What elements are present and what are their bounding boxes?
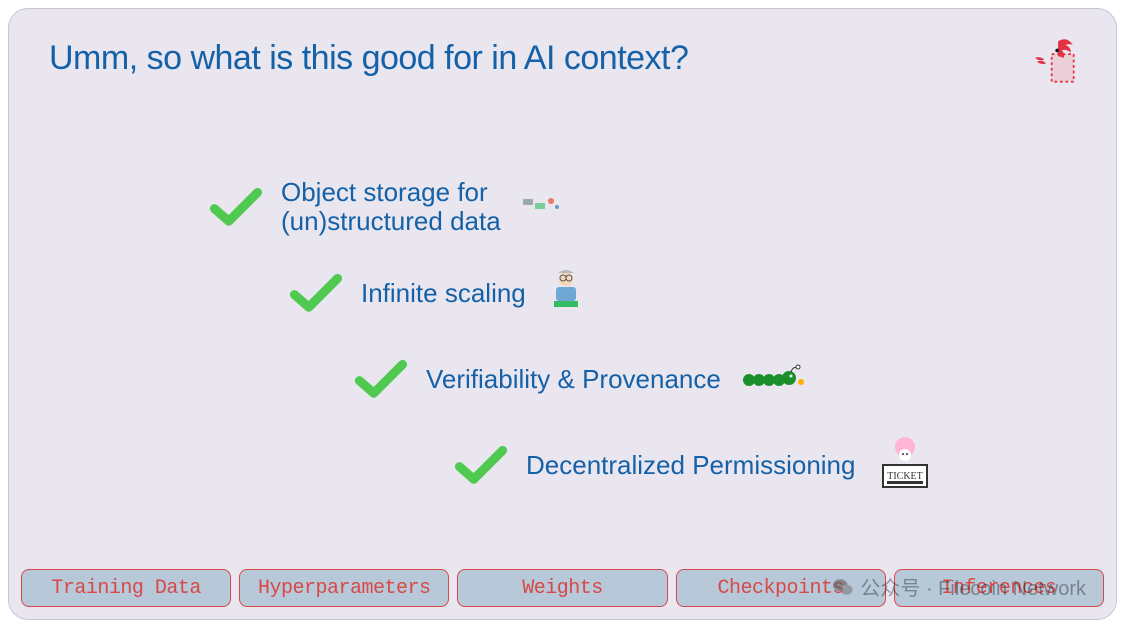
feature-label: Infinite scaling — [361, 279, 526, 308]
feature-label: Verifiability & Provenance — [426, 365, 721, 394]
tab-training-data[interactable]: Training Data — [21, 569, 231, 607]
data-icon — [521, 193, 561, 222]
feature-row: Infinite scaling — [9, 263, 1116, 323]
tab-checkpoints[interactable]: Checkpoints — [676, 569, 886, 607]
feature-label: Object storage for (un)structured data — [281, 178, 501, 235]
feature-row: Object storage for (un)structured data — [9, 177, 1116, 237]
checkmark-icon — [454, 445, 508, 485]
caterpillar-icon — [741, 362, 805, 397]
slide-container: Umm, so what is this good for in AI cont… — [8, 8, 1117, 620]
tab-hyperparameters[interactable]: Hyperparameters — [239, 569, 449, 607]
tab-weights[interactable]: Weights — [457, 569, 667, 607]
feature-row: Verifiability & Provenance — [9, 349, 1116, 409]
bottom-tabs: Training Data Hyperparameters Weights Ch… — [21, 569, 1104, 607]
tab-inferences[interactable]: Inferences — [894, 569, 1104, 607]
feature-list: Object storage for (un)structured data I… — [9, 177, 1116, 521]
feature-label: Decentralized Permissioning — [526, 451, 855, 480]
checkmark-icon — [209, 187, 263, 227]
slide-title: Umm, so what is this good for in AI cont… — [49, 39, 688, 78]
logo-rooster-icon — [1026, 34, 1081, 89]
checkmark-icon — [289, 273, 343, 313]
svg-text:TICKET: TICKET — [888, 471, 924, 482]
checkmark-icon — [354, 359, 408, 399]
person-reading-icon — [546, 269, 586, 318]
feature-row: Decentralized Permissioning TICKET — [9, 435, 1116, 495]
ticket-icon: TICKET — [875, 435, 931, 496]
